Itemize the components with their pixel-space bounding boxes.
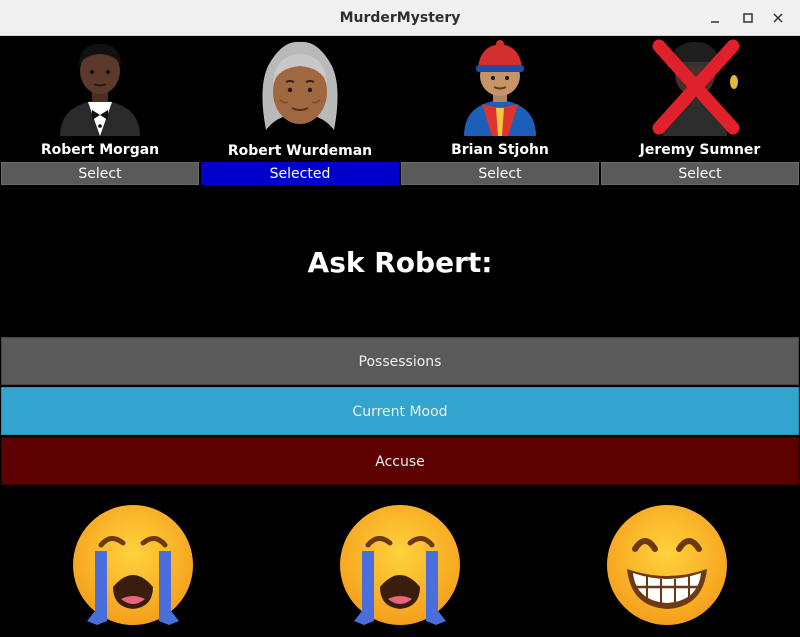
select-button-robert-morgan[interactable]: Select [1, 162, 199, 185]
current-mood-button[interactable]: Current Mood [1, 387, 799, 435]
man-in-tuxedo-icon [60, 44, 140, 136]
older-person-icon [262, 41, 338, 130]
close-icon [773, 13, 783, 23]
eliminated-suspect-icon [652, 39, 740, 136]
character-name: Brian Stjohn [451, 142, 549, 158]
character-name: Robert Morgan [40, 142, 160, 158]
minimize-icon [711, 21, 719, 23]
maximize-button[interactable] [736, 6, 760, 30]
person-with-cap-icon [464, 40, 536, 136]
select-button-jeremy-sumner[interactable]: Select [601, 162, 799, 185]
possessions-button[interactable]: Possessions [1, 337, 799, 385]
character-name: Jeremy Sumner [639, 142, 761, 158]
grinning-face-icon [607, 505, 727, 625]
title-bar: MurderMystery [0, 0, 800, 36]
maximize-icon [743, 13, 753, 23]
app-window: MurderMystery Robert Morgan Robert Wurde… [0, 0, 800, 637]
character-name: Robert Wurdeman [227, 143, 373, 159]
accuse-button[interactable]: Accuse [1, 437, 799, 485]
window-title: MurderMystery [339, 10, 461, 26]
loudly-crying-face-icon [73, 505, 193, 625]
select-button-robert-wurdeman[interactable]: Selected [201, 162, 399, 185]
game-area: Robert Morgan Robert Wurdeman Brian Stjo… [0, 36, 800, 637]
minimize-button[interactable] [703, 6, 727, 30]
loudly-crying-face-icon [340, 505, 460, 625]
ask-prompt: Ask Robert: [307, 246, 493, 279]
select-button-brian-stjohn[interactable]: Select [401, 162, 599, 185]
close-button[interactable] [766, 6, 790, 30]
